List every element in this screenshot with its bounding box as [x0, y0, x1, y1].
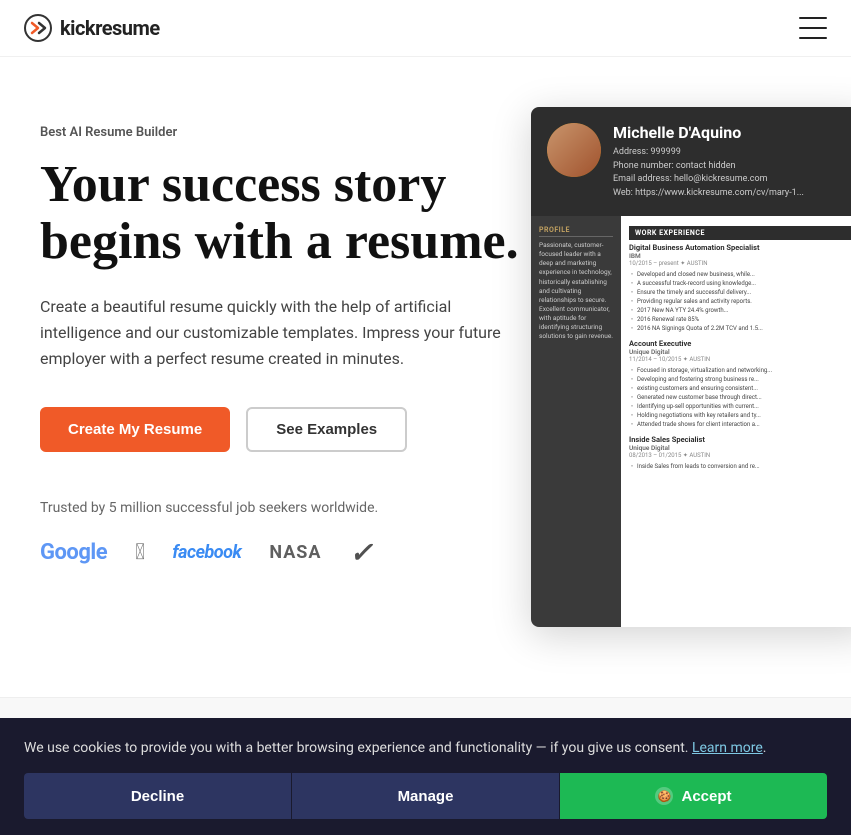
- job-bullet-2-4: Generated new customer base through dire…: [629, 393, 851, 402]
- job-bullet-1-3: Ensure the timely and successful deliver…: [629, 288, 851, 297]
- hamburger-menu[interactable]: [799, 17, 827, 39]
- resume-name-contact: Michelle D'Aquino Address: 999999 Phone …: [613, 123, 804, 200]
- job-bullet-1-7: 2016 NA Signings Quota of 2.2M TCV and 1…: [629, 324, 851, 333]
- cta-row: Create My Resume See Examples: [40, 407, 600, 452]
- logo-text: kickresume: [60, 16, 160, 40]
- create-resume-button[interactable]: Create My Resume: [40, 407, 230, 452]
- hero-left-column: Best AI Resume Builder Your success stor…: [40, 105, 600, 657]
- job-date-1: 10/2015 – present ✦ AUSTIN: [629, 260, 851, 267]
- headline-line1: Your success story: [40, 156, 446, 213]
- resume-contact: Address: 999999 Phone number: contact hi…: [613, 146, 804, 200]
- badge-label: Best AI Resume Builder: [40, 125, 600, 140]
- google-logo: Google: [40, 540, 107, 565]
- resume-email: Email address: hello@kickresume.com: [613, 173, 804, 187]
- cookie-banner: We use cookies to provide you with a bet…: [0, 718, 851, 835]
- job-bullet-1-4: Providing regular sales and activity rep…: [629, 297, 851, 306]
- resume-address: Address: 999999: [613, 146, 804, 160]
- job-bullet-2-7: Attended trade shows for client interact…: [629, 420, 851, 429]
- cookie-text: We use cookies to provide you with a bet…: [24, 738, 827, 759]
- job-title-3: Inside Sales Specialist: [629, 435, 851, 444]
- job-bullet-2-3: existing customers and ensuring consiste…: [629, 384, 851, 393]
- resume-web: Web: https://www.kickresume.com/cv/mary-…: [613, 187, 804, 201]
- logo-link[interactable]: kickresume: [24, 14, 160, 42]
- hero-subtext: Create a beautiful resume quickly with t…: [40, 294, 520, 371]
- decline-button[interactable]: Decline: [24, 773, 291, 819]
- navbar: kickresume: [0, 0, 851, 57]
- learn-more-link[interactable]: Learn more: [692, 740, 763, 756]
- hamburger-line-2: [799, 27, 827, 29]
- resume-phone: Phone number: contact hidden: [613, 160, 804, 174]
- accept-button[interactable]: 🍪 Accept: [559, 773, 827, 819]
- job-bullet-3-1: Inside Sales from leads to conversion an…: [629, 462, 851, 471]
- job-date-3: 08/2013 – 01/2015 ✦ AUSTIN: [629, 452, 851, 459]
- cookie-buttons: Decline Manage 🍪 Accept: [24, 773, 827, 819]
- job-company-3: Unique Digital: [629, 444, 851, 452]
- nasa-logo: NASA: [269, 542, 321, 563]
- job-bullet-2-6: Holding negotiations with key retailers …: [629, 411, 851, 420]
- trusted-label: Trusted by 5 million successful job seek…: [40, 500, 600, 516]
- job-entry-3: Inside Sales Specialist Unique Digital 0…: [629, 435, 851, 471]
- job-company-2: Unique Digital: [629, 348, 851, 356]
- resume-main-content: WORK EXPERIENCE Digital Business Automat…: [621, 216, 851, 627]
- hamburger-line-1: [799, 17, 827, 19]
- job-bullet-1-5: 2017 New NA YTY 24.4% growth...: [629, 306, 851, 315]
- facebook-logo: facebook: [172, 542, 241, 563]
- see-examples-button[interactable]: See Examples: [246, 407, 407, 452]
- headline-line2: begins with a resume.: [40, 213, 519, 270]
- job-bullet-1-6: 2016 Renewal rate 85%: [629, 315, 851, 324]
- job-company-1: IBM: [629, 252, 851, 260]
- accept-cookie-icon: 🍪: [655, 787, 673, 805]
- headline: Your success story begins with a resume.: [40, 156, 520, 270]
- brand-logos-row: Google  facebook NASA ✓: [40, 536, 600, 569]
- job-title-1: Digital Business Automation Specialist: [629, 243, 851, 252]
- job-bullet-2-2: Developing and fostering strong business…: [629, 375, 851, 384]
- job-title-2: Account Executive: [629, 339, 851, 348]
- hamburger-line-3: [799, 37, 827, 39]
- job-bullet-1-1: Developed and closed new business, while…: [629, 270, 851, 279]
- nike-logo: ✓: [349, 536, 372, 569]
- work-experience-bar: WORK EXPERIENCE: [629, 226, 851, 240]
- resume-name: Michelle D'Aquino: [613, 123, 804, 142]
- job-entry-1: Digital Business Automation Specialist I…: [629, 243, 851, 333]
- logo-icon: [24, 14, 52, 42]
- job-entry-2: Account Executive Unique Digital 11/2014…: [629, 339, 851, 429]
- job-bullet-2-5: Identifying up-sell opportunities with c…: [629, 402, 851, 411]
- job-bullet-1-2: A successful track-record using knowledg…: [629, 279, 851, 288]
- apple-logo: : [135, 540, 144, 565]
- job-date-2: 11/2014 – 10/2015 ✦ AUSTIN: [629, 356, 851, 363]
- manage-button[interactable]: Manage: [291, 773, 559, 819]
- accept-label: Accept: [681, 788, 731, 805]
- hero-section: Best AI Resume Builder Your success stor…: [0, 57, 851, 697]
- job-bullet-2-1: Focused in storage, virtualization and n…: [629, 366, 851, 375]
